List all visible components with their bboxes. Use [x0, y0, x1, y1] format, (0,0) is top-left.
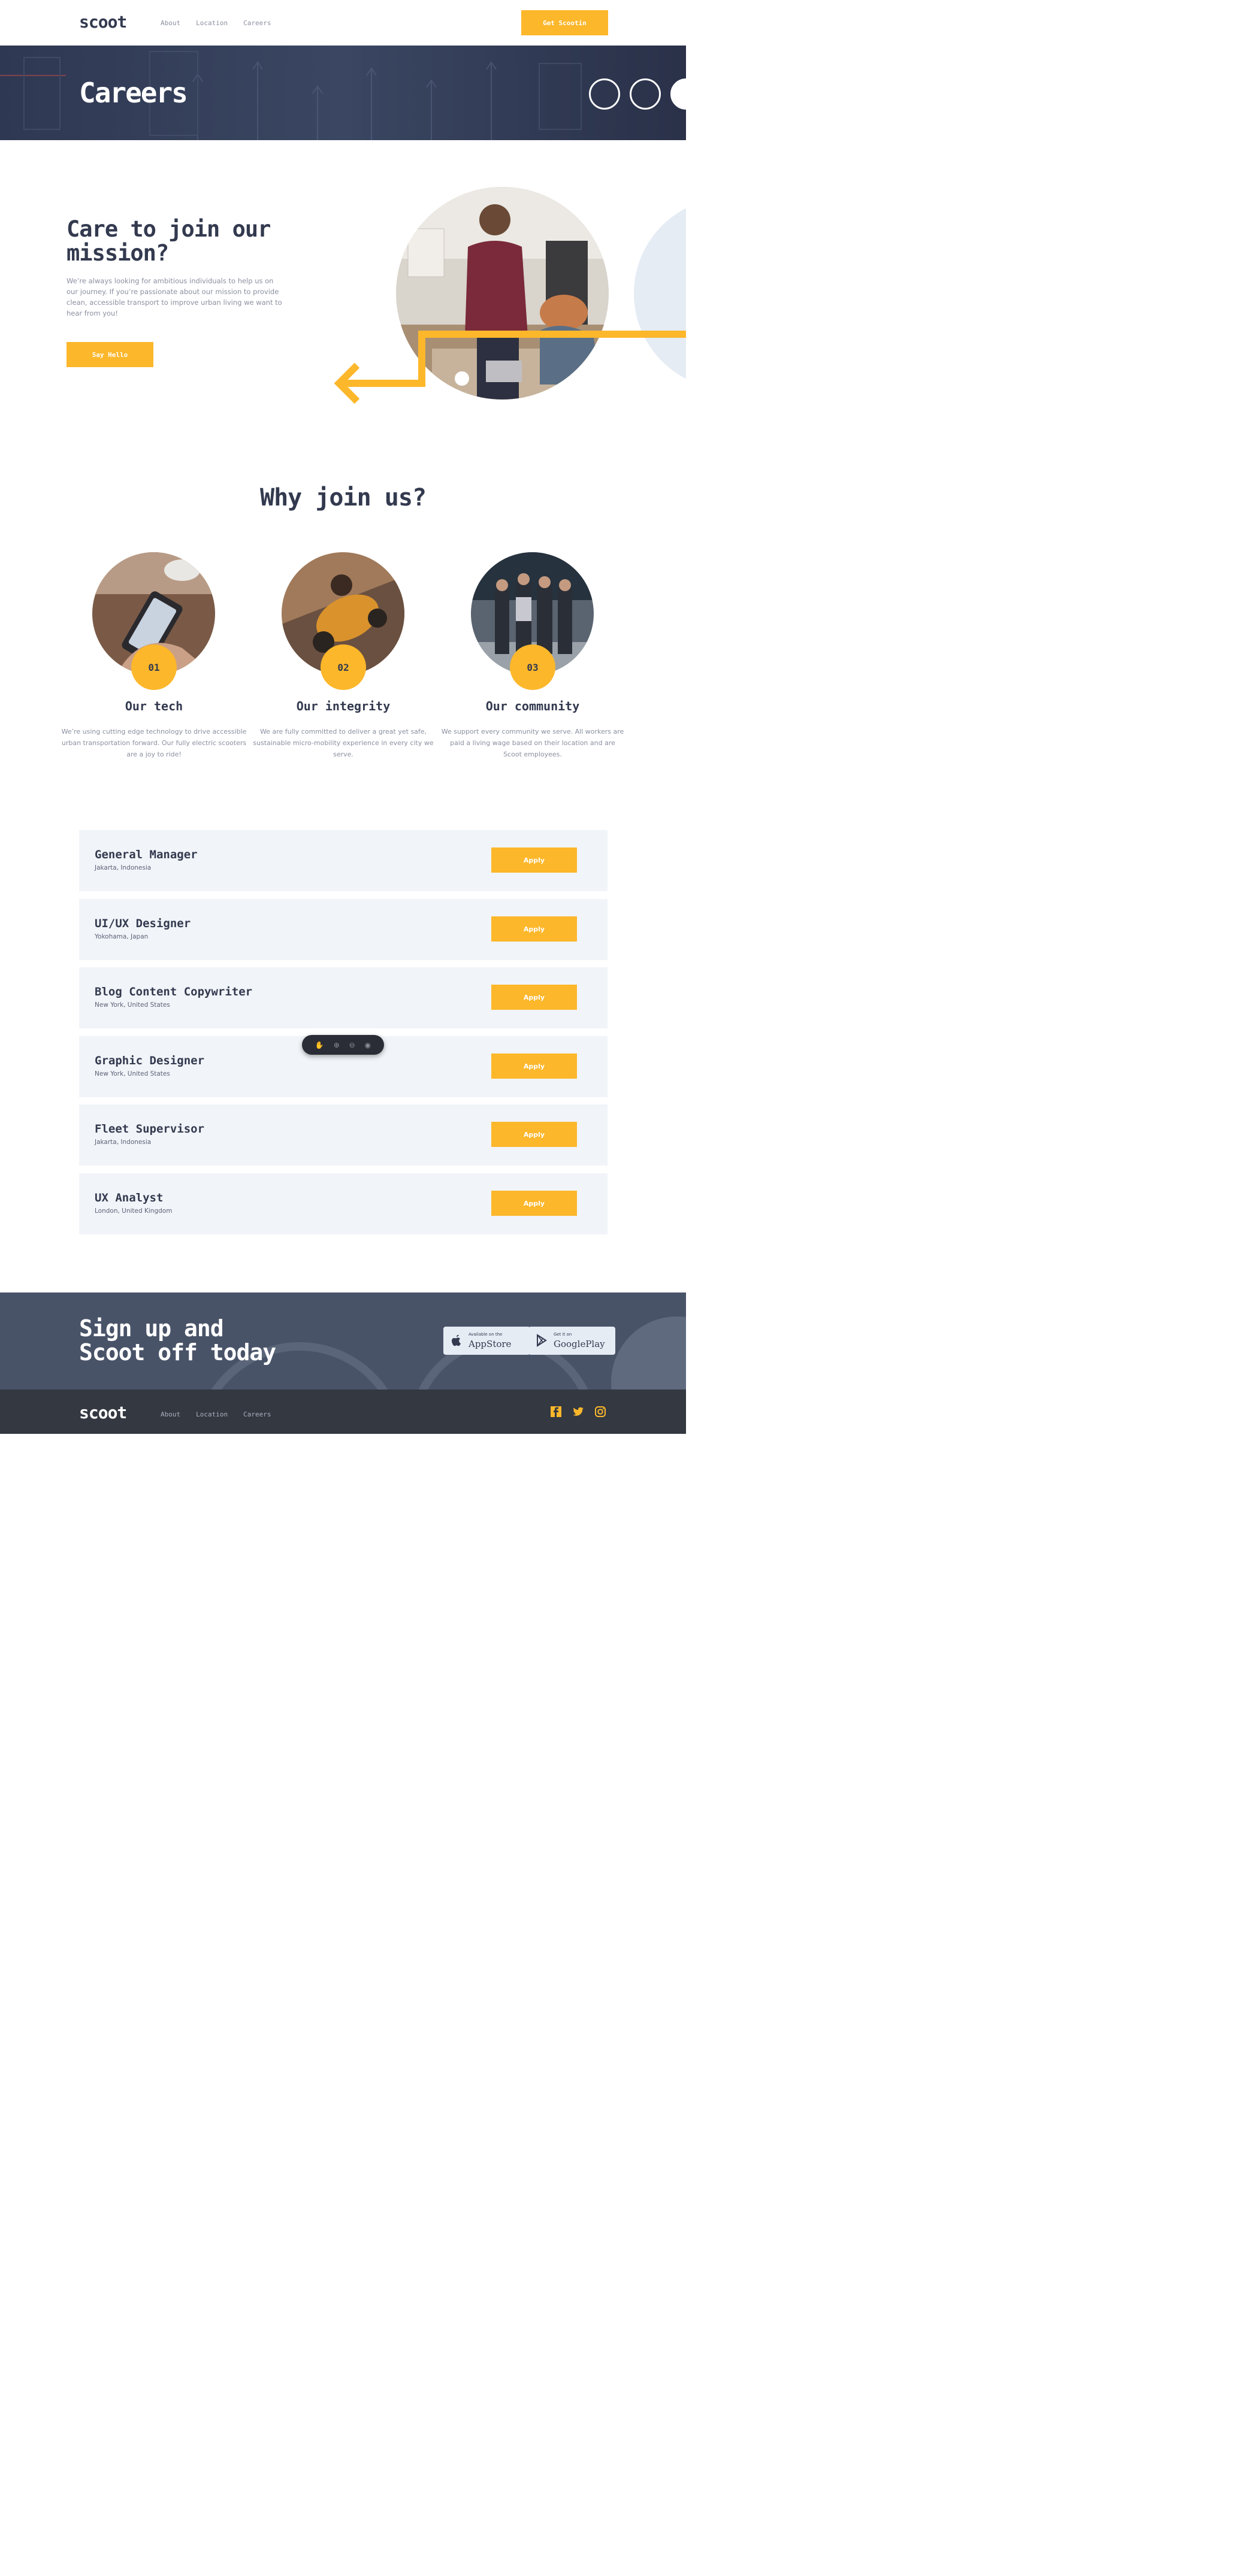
apply-button[interactable]: Apply [491, 1122, 577, 1147]
apply-button[interactable]: Apply [491, 1191, 577, 1216]
job-location: Jakarta, Indonesia [95, 864, 152, 871]
job-location: Jakarta, Indonesia [95, 1139, 152, 1146]
appstore-small: Available on the [469, 1332, 503, 1337]
floating-toolbar: ✋ ⊕ ⊖ ◉ [302, 1035, 384, 1055]
footer-nav-about[interactable]: About [161, 1410, 180, 1418]
job-title: Fleet Supervisor [95, 1122, 205, 1136]
fit-icon[interactable]: ◉ [365, 1041, 371, 1049]
job-row: UI/UX Designer Yokohama, Japan Apply [79, 899, 608, 960]
logo[interactable]: scoot [79, 12, 127, 32]
job-title: Graphic Designer [95, 1054, 205, 1067]
signup-banner: Sign up and Scoot off today Available on… [0, 1292, 686, 1390]
apply-button[interactable]: Apply [491, 985, 577, 1010]
mission-title: Care to join our mission? [67, 216, 271, 266]
apply-button[interactable]: Apply [491, 916, 577, 942]
footer-nav-location[interactable]: Location [196, 1410, 228, 1418]
say-hello-button[interactable]: Say Hello [67, 342, 153, 367]
why-title: Why join us? [260, 484, 427, 511]
job-title: General Manager [95, 848, 198, 861]
apple-icon [452, 1334, 461, 1346]
hand-icon[interactable]: ✋ [315, 1041, 324, 1049]
job-row: UX Analyst London, United Kingdom Apply [79, 1173, 608, 1234]
job-title: UI/UX Designer [95, 917, 191, 930]
play-icon [537, 1334, 547, 1347]
main-nav: About Location Careers [161, 19, 271, 27]
feature-number: 01 [131, 644, 177, 690]
feature-text: We’re using cutting edge technology to d… [61, 728, 247, 758]
feature-title: Our community [485, 699, 580, 713]
feature-text: We support every community we serve. All… [441, 728, 624, 758]
job-location: New York, United States [95, 1070, 170, 1077]
job-title: UX Analyst [95, 1191, 164, 1204]
twitter-icon[interactable] [572, 1406, 584, 1418]
job-location: Yokohama, Japan [95, 933, 149, 940]
facebook-icon[interactable] [550, 1406, 562, 1418]
feature-number: 03 [510, 644, 555, 690]
decor-ring [630, 78, 661, 110]
zoom-in-icon[interactable]: ⊕ [334, 1041, 340, 1049]
footer-nav: About Location Careers [161, 1410, 271, 1418]
feature-title: Our integrity [296, 699, 391, 713]
signup-title-line2: Scoot off today [79, 1339, 276, 1366]
appstore-button[interactable]: Available on the AppStore [443, 1327, 530, 1355]
apply-button[interactable]: Apply [491, 847, 577, 873]
feature-text: We are fully committed to deliver a grea… [253, 728, 434, 758]
mission-text: We’re always looking for ambitious indiv… [67, 277, 282, 317]
job-title: Blog Content Copywriter [95, 985, 253, 998]
feature-number: 02 [321, 644, 366, 690]
job-row: General Manager Jakarta, Indonesia Apply [79, 830, 608, 891]
hero-banner: Careers [0, 46, 686, 140]
job-location: London, United Kingdom [95, 1207, 173, 1215]
nav-location[interactable]: Location [196, 19, 228, 27]
nav-about[interactable]: About [161, 19, 180, 27]
job-row: Fleet Supervisor Jakarta, Indonesia Appl… [79, 1104, 608, 1166]
nav-careers[interactable]: Careers [243, 19, 271, 27]
page-title: Careers [79, 77, 188, 109]
page: scoot About Location Careers Get Scootin [0, 0, 686, 1434]
instagram-icon[interactable] [594, 1406, 606, 1418]
googleplay-small: Get it on [554, 1332, 572, 1337]
signup-title: Sign up and Scoot off today [79, 1316, 276, 1364]
googleplay-big: GooglePlay [554, 1339, 605, 1349]
footer-logo[interactable]: scoot [79, 1403, 127, 1422]
footer-nav-careers[interactable]: Careers [243, 1410, 271, 1418]
job-row: Blog Content Copywriter New York, United… [79, 967, 608, 1028]
apply-button[interactable]: Apply [491, 1054, 577, 1079]
feature-title: Our tech [125, 699, 183, 713]
job-location: New York, United States [95, 1001, 170, 1009]
signup-title-line1: Sign up and [79, 1315, 224, 1342]
decor-ring [589, 78, 620, 110]
site-footer: scoot About Location Careers [0, 1390, 686, 1434]
site-header: scoot About Location Careers Get Scootin [0, 0, 686, 46]
googleplay-button[interactable]: Get it on GooglePlay [528, 1327, 615, 1355]
appstore-big: AppStore [469, 1339, 512, 1349]
arrow-graphic [334, 331, 686, 404]
zoom-out-icon[interactable]: ⊖ [349, 1041, 355, 1049]
get-scootin-button[interactable]: Get Scootin [521, 10, 608, 35]
